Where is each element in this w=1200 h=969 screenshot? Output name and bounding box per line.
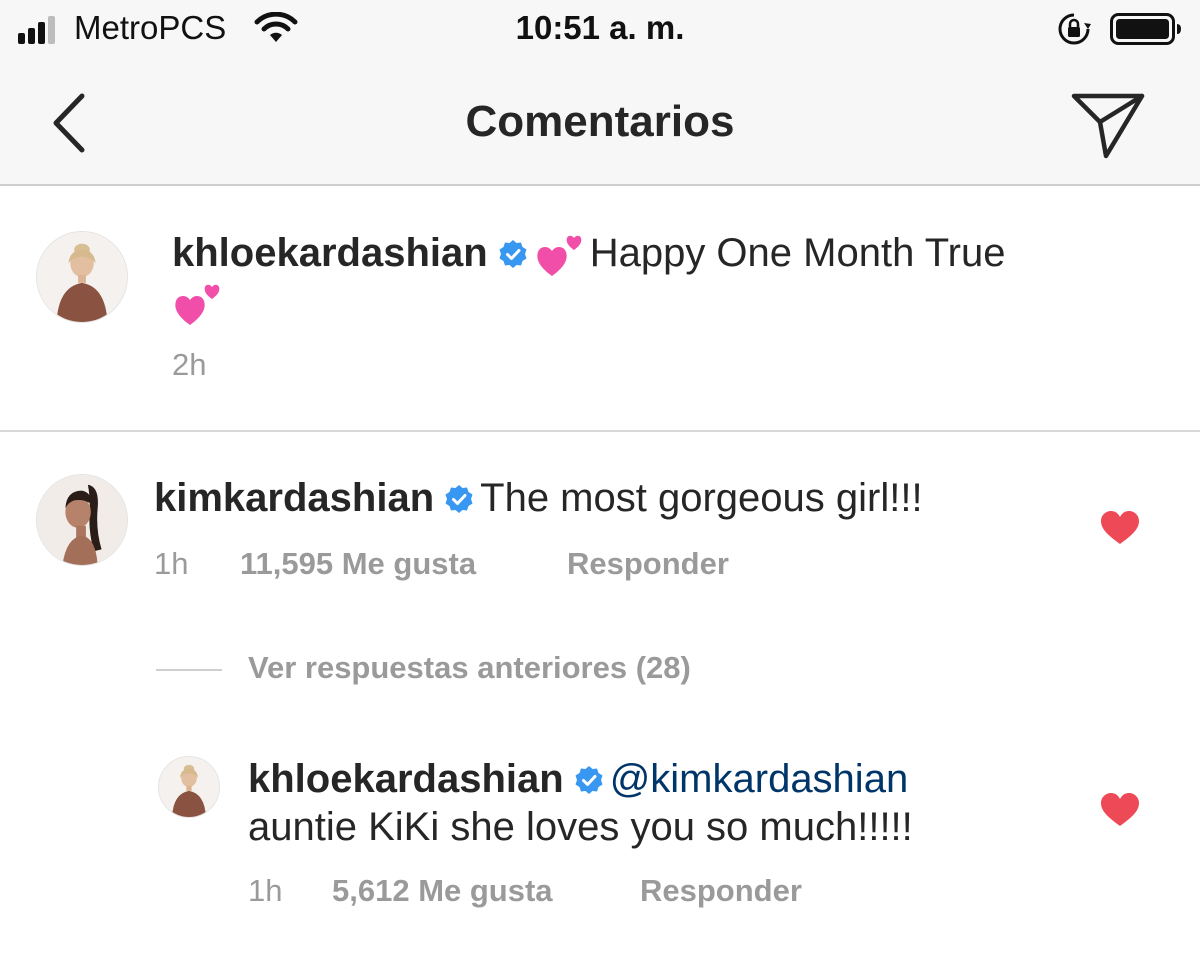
comment-timestamp: 1h [154,546,189,581]
caption-body: Happy One Month True [589,231,1006,275]
caption-timestamp: 2h [172,347,207,382]
reply-button[interactable]: Responder [640,873,802,909]
view-replies-link[interactable]: Ver respuestas anteriores (28) [248,650,691,686]
replies-line [156,669,222,671]
avatar[interactable] [158,756,220,818]
direct-send-icon[interactable] [1066,86,1148,160]
comment-username[interactable]: kimkardashian [154,476,434,520]
like-count-link[interactable]: 5,612 Me gusta [332,873,553,909]
caption-text: khloekardashian Happy One Month True [172,229,1162,327]
rotation-lock-icon [1058,13,1091,45]
verified-badge-icon [499,240,527,268]
reply-button[interactable]: Responder [567,546,729,582]
verified-badge-icon [445,485,473,513]
avatar[interactable] [36,231,128,323]
status-time: 10:51 a. m. [515,9,685,46]
caption-username[interactable]: khloekardashian [172,231,488,275]
divider [0,430,1200,432]
verified-badge-icon [575,766,603,794]
battery-icon [1110,13,1181,45]
heart-icon[interactable] [1100,792,1140,828]
like-count[interactable]: 11,595 Me gusta [240,546,476,581]
reply-text: khloekardashian @kimkardashian auntie KiKi… [248,755,1078,851]
reply-body: auntie KiKi she loves you so much!!!!! [248,805,913,849]
reply-button-label[interactable]: Responder [567,546,729,581]
two-hearts-emoji [175,284,220,325]
reply-username[interactable]: khloekardashian [248,757,564,801]
comment-body: The most gorgeous girl!!! [480,476,923,520]
reply-timestamp: 1h [248,873,283,908]
avatar[interactable] [36,474,128,566]
comment-text: kimkardashian The most gorgeous girl!!! [154,474,923,522]
reply-button-label[interactable]: Responder [640,873,802,908]
like-count-link[interactable]: 11,595 Me gusta [240,546,476,582]
page-title: Comentarios [465,97,735,146]
like-count[interactable]: 5,612 Me gusta [332,873,553,908]
mention-link[interactable]: @kimkardashian [610,757,909,801]
heart-icon[interactable] [1100,510,1140,546]
two-hearts-emoji [537,235,582,276]
